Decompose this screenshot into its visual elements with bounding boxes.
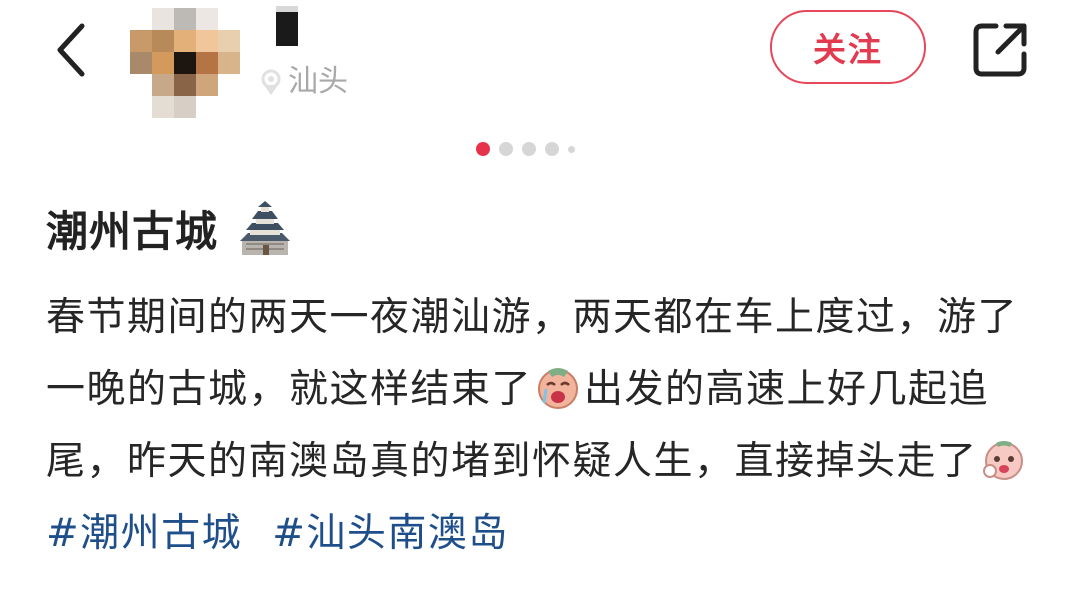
username[interactable] (276, 6, 298, 46)
avatar[interactable] (130, 8, 240, 118)
hashtag-link[interactable]: #潮州古城 (46, 511, 242, 556)
post-title: 潮州古城 (46, 206, 219, 256)
carousel-dot[interactable] (568, 145, 575, 153)
back-button[interactable] (40, 14, 100, 86)
location-tag: 汕头 (258, 60, 348, 104)
back-arrow-icon (57, 23, 85, 77)
post-body: 春节期间的两天一夜潮汕游，两天都在车上度过，游了一晚的古城，就这样结束了 出发的… (46, 282, 1036, 570)
follow-button[interactable]: 关注 (770, 10, 926, 84)
share-button[interactable] (968, 18, 1032, 82)
carousel-dot[interactable] (545, 142, 559, 156)
location-label: 汕头 (288, 64, 348, 99)
carousel-indicator[interactable] (476, 142, 575, 156)
share-icon (973, 23, 1027, 77)
post-title-row: 潮州古城 (46, 196, 294, 260)
location-pin-icon (261, 69, 281, 95)
castle-icon (240, 201, 291, 255)
sad-face-icon (982, 441, 1023, 480)
hashtag-link[interactable]: #汕头南澳岛 (272, 511, 509, 556)
carousel-dot[interactable] (522, 142, 536, 156)
carousel-dot[interactable] (499, 142, 513, 156)
carousel-dot[interactable] (476, 142, 490, 156)
crying-face-icon (538, 368, 579, 409)
post-header: 汕头 关注 (0, 0, 1080, 120)
